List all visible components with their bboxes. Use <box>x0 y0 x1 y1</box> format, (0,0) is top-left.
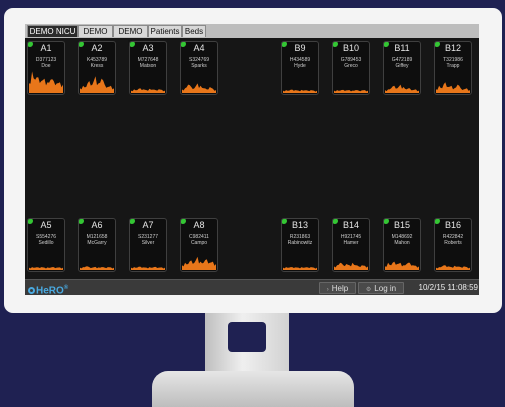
hero-trend-chart <box>334 262 368 270</box>
bed-tile[interactable]: B10 G789453 Greco <box>332 41 370 95</box>
logo-ring-icon <box>28 287 35 295</box>
trend-area <box>80 266 114 270</box>
stand-cable-hole <box>228 322 266 352</box>
hero-trend-chart <box>182 256 216 270</box>
chevron-right-icon: › <box>326 287 329 293</box>
tab-demo-nicu[interactable]: DEMO NICU <box>27 25 78 37</box>
trend-area <box>283 89 317 93</box>
trend-area <box>131 266 165 270</box>
bed-number: B12 <box>444 43 461 53</box>
bed-number: B16 <box>444 220 461 230</box>
bed-tile[interactable]: B16 R422842 Roberts <box>434 218 472 272</box>
tab-demo-b[interactable]: DEMO B <box>113 25 148 48</box>
tab-demo-a[interactable]: DEMO A <box>78 25 113 48</box>
bed-number: B9 <box>294 43 306 53</box>
login-button[interactable]: ⚙ Log in <box>358 282 404 294</box>
hero-trend-chart <box>80 266 114 270</box>
monitor-screen: DEMO NICU DEMO A DEMO B Patients Beds A1… <box>25 24 479 295</box>
bed-tile[interactable]: B14 H921745 Hamer <box>332 218 370 272</box>
bed-number: A4 <box>193 43 205 53</box>
bed-number: A3 <box>142 43 154 53</box>
bed-tile[interactable]: A5 S554276 Sedillo <box>27 218 65 272</box>
hero-trend-chart <box>334 89 368 93</box>
bed-number: B14 <box>342 220 359 230</box>
bed-number: B11 <box>394 43 410 53</box>
bed-tile[interactable]: B13 R231863 Rabinowitz <box>281 218 319 272</box>
bed-tile[interactable]: A7 S231277 Silver <box>129 218 167 272</box>
bed-tile[interactable]: B12 T321986 Trapp <box>434 41 472 95</box>
logo-registered-mark: ® <box>63 285 69 291</box>
trend-area <box>182 256 216 270</box>
bed-number: A8 <box>193 220 205 230</box>
login-label: Log in <box>374 284 397 293</box>
bed-tile[interactable]: A3 M727648 Matson <box>129 41 167 95</box>
hero-trend-chart <box>182 83 216 93</box>
help-label: Help <box>331 284 349 293</box>
trend-area <box>283 267 317 270</box>
bed-number: A6 <box>91 220 103 230</box>
hero-trend-chart <box>283 267 317 270</box>
hero-trend-chart <box>283 89 317 93</box>
trend-area <box>182 83 216 93</box>
bed-number: B10 <box>342 43 359 53</box>
logo-text: HeRO <box>36 285 64 295</box>
bed-tile[interactable]: B11 G472189 Giffey <box>383 41 421 95</box>
tab-patients[interactable]: Patients <box>148 25 182 37</box>
datetime-display: 10/2/15 11:08:59 <box>418 283 478 292</box>
trend-area <box>385 84 419 93</box>
hero-trend-chart <box>80 76 114 93</box>
bed-number: B13 <box>291 220 308 230</box>
hero-trend-chart <box>385 261 419 270</box>
hero-trend-chart <box>131 266 165 270</box>
bed-tile[interactable]: B15 M148692 Mahon <box>383 218 421 272</box>
bed-tile[interactable]: B9 H434589 Hyde <box>281 41 319 95</box>
hero-trend-chart <box>436 82 470 93</box>
gear-icon: ⚙ <box>365 287 372 293</box>
hero-trend-chart <box>385 84 419 93</box>
hero-trend-chart <box>29 267 63 270</box>
trend-area <box>436 265 470 270</box>
bed-number: A1 <box>40 43 52 53</box>
status-bar: HeRO® › Help ⚙ Log in 10/2/15 11:08:59 <box>25 279 479 295</box>
bed-tile[interactable]: A4 S324769 Sparks <box>180 41 218 95</box>
trend-area <box>80 76 114 93</box>
hero-logo: HeRO® <box>28 281 68 295</box>
help-button[interactable]: › Help <box>319 282 356 294</box>
bed-number: A7 <box>142 220 154 230</box>
bed-tile[interactable]: A2 K453789 Kress <box>78 41 116 95</box>
hero-trend-chart <box>29 71 63 93</box>
monitor-stand-base <box>152 371 354 407</box>
bed-number: A5 <box>40 220 52 230</box>
bed-tile[interactable]: A6 M121658 McGarry <box>78 218 116 272</box>
bed-tile[interactable]: A8 C982411 Campo <box>180 218 218 272</box>
trend-area <box>436 82 470 93</box>
tab-bar: DEMO NICU DEMO A DEMO B Patients Beds <box>25 24 479 48</box>
bed-tile[interactable]: A1 D377123 Doe <box>27 41 65 95</box>
trend-area <box>385 261 419 270</box>
bed-number: B15 <box>393 220 410 230</box>
trend-area <box>334 89 368 93</box>
hero-trend-chart <box>131 88 165 93</box>
tab-beds[interactable]: Beds <box>182 25 206 37</box>
trend-area <box>334 262 368 270</box>
bed-number: A2 <box>91 43 103 53</box>
hero-trend-chart <box>436 265 470 270</box>
trend-area <box>29 71 63 93</box>
trend-area <box>131 88 165 93</box>
trend-area <box>29 267 63 270</box>
